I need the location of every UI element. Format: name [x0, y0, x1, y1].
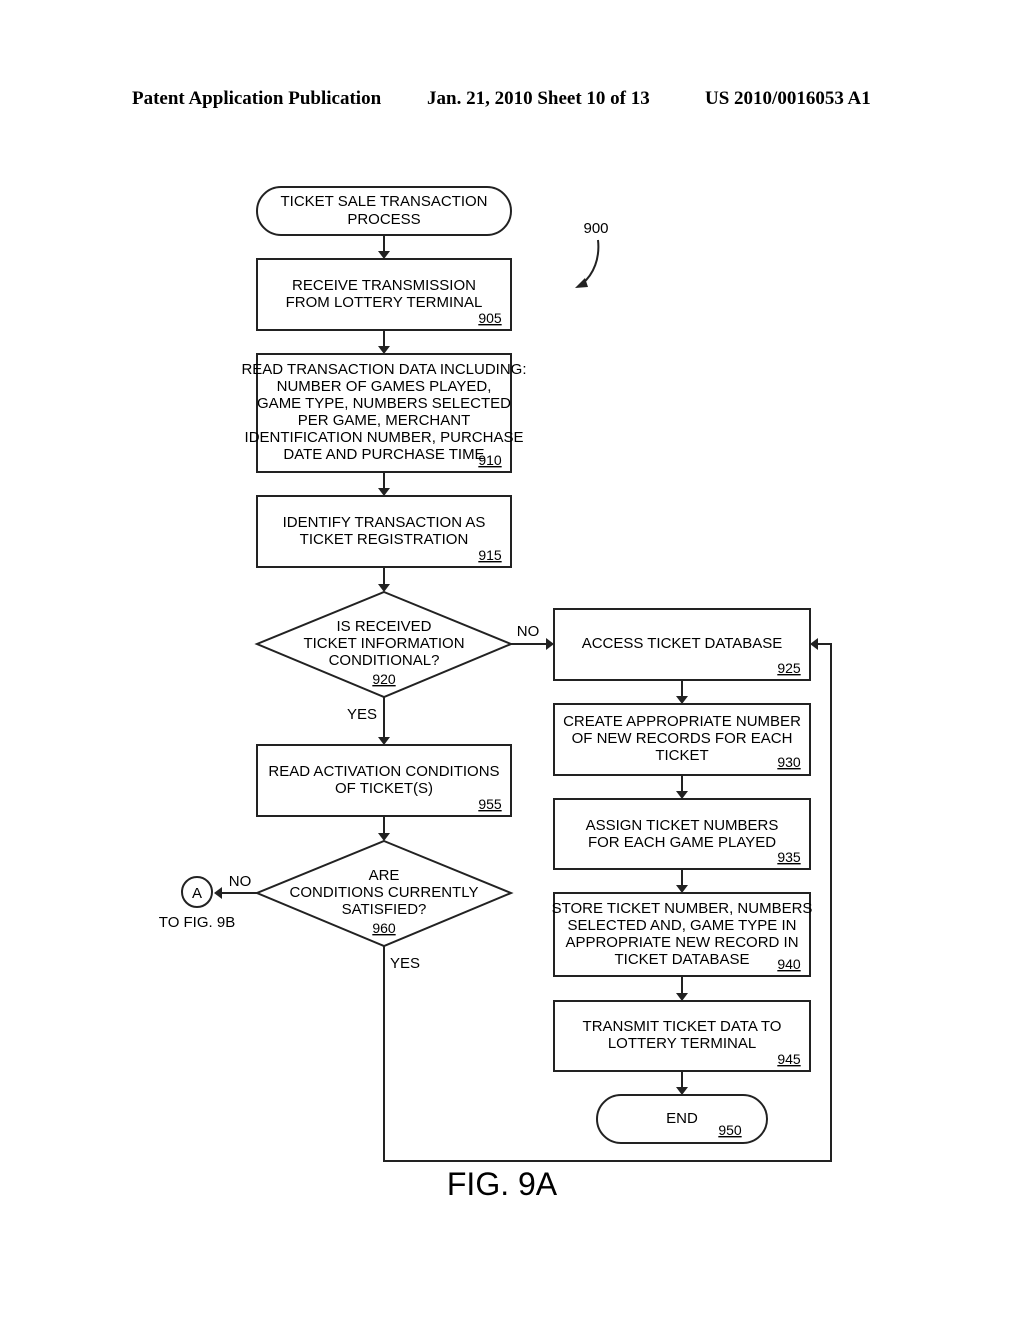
arrowhead [676, 696, 688, 704]
node-935: ASSIGN TICKET NUMBERS FOR EACH GAME PLAY… [553, 798, 811, 870]
node-930-line: CREATE APPROPRIATE NUMBER [563, 713, 801, 730]
node-905-ref: 905 [478, 310, 502, 326]
node-start: TICKET SALE TRANSACTION PROCESS [256, 186, 512, 236]
node-960-ref: 960 [372, 920, 396, 936]
arrowhead [214, 887, 222, 899]
arrowhead [676, 885, 688, 893]
node-920-line: CONDITIONAL? [329, 652, 440, 669]
node-start-line: TICKET SALE TRANSACTION [281, 193, 488, 210]
arrowhead [810, 638, 818, 650]
connector-a: A TO FIG. 9B [159, 876, 235, 931]
node-935-line: FOR EACH GAME PLAYED [588, 834, 776, 851]
node-905-line: FROM LOTTERY TERMINAL [286, 294, 483, 311]
arrowhead [546, 638, 554, 650]
node-920-ref: 920 [372, 671, 396, 687]
node-925: ACCESS TICKET DATABASE 925 [553, 608, 811, 681]
node-920-line: TICKET INFORMATION [303, 635, 464, 652]
node-935-line: ASSIGN TICKET NUMBERS [586, 817, 779, 834]
node-960: ARE CONDITIONS CURRENTLY SATISFIED? 960 [254, 839, 514, 948]
arrowhead [378, 833, 390, 841]
node-915-line: IDENTIFY TRANSACTION AS [283, 514, 486, 531]
node-910: READ TRANSACTION DATA INCLUDING: NUMBER … [241, 353, 527, 473]
node-960-line: CONDITIONS CURRENTLY [290, 884, 479, 901]
flowchart: TICKET SALE TRANSACTION PROCESS RECEIVE … [159, 186, 832, 1202]
node-910-line: DATE AND PURCHASE TIME [283, 446, 484, 463]
node-910-line: NUMBER OF GAMES PLAYED, [277, 378, 492, 395]
node-920: IS RECEIVED TICKET INFORMATION CONDITION… [254, 590, 514, 699]
node-940: STORE TICKET NUMBER, NUMBERS SELECTED AN… [552, 892, 813, 977]
node-915: IDENTIFY TRANSACTION AS TICKET REGISTRAT… [256, 495, 512, 568]
connector-a-label: A [192, 885, 202, 902]
node-935-ref: 935 [777, 849, 801, 865]
arrowhead [676, 1087, 688, 1095]
node-955: READ ACTIVATION CONDITIONS OF TICKET(S) … [256, 744, 512, 817]
node-940-ref: 940 [777, 956, 801, 972]
node-945-ref: 945 [777, 1051, 801, 1067]
arrowhead [378, 488, 390, 496]
node-start-line: PROCESS [347, 211, 420, 228]
node-end-line: END [666, 1110, 698, 1127]
arrowhead [378, 737, 390, 745]
arrowhead [378, 251, 390, 259]
node-910-line: READ TRANSACTION DATA INCLUDING: [241, 361, 526, 378]
node-910-line: PER GAME, MERCHANT [298, 412, 471, 429]
node-930-ref: 930 [777, 754, 801, 770]
node-905: RECEIVE TRANSMISSION FROM LOTTERY TERMIN… [256, 258, 512, 331]
node-910-line: IDENTIFICATION NUMBER, PURCHASE [245, 429, 524, 446]
node-955-line: READ ACTIVATION CONDITIONS [268, 763, 499, 780]
arrowhead [676, 993, 688, 1001]
figure-reference-900: 900 [575, 220, 609, 288]
edge-label-no: NO [229, 873, 252, 890]
node-955-line: OF TICKET(S) [335, 780, 433, 797]
node-910-line: GAME TYPE, NUMBERS SELECTED [257, 395, 511, 412]
node-945: TRANSMIT TICKET DATA TO LOTTERY TERMINAL… [553, 1000, 811, 1072]
node-955-ref: 955 [478, 796, 502, 812]
node-960-line: SATISFIED? [342, 901, 427, 918]
node-945-line: TRANSMIT TICKET DATA TO [583, 1018, 782, 1035]
node-end-ref: 950 [718, 1122, 742, 1138]
connector-a-caption: TO FIG. 9B [159, 914, 235, 931]
edge-label-yes: YES [390, 955, 420, 972]
edge-label-yes: YES [347, 706, 377, 723]
node-925-ref: 925 [777, 660, 801, 676]
node-915-line: TICKET REGISTRATION [300, 531, 469, 548]
node-920-line: IS RECEIVED [336, 618, 431, 635]
node-915-ref: 915 [478, 547, 502, 563]
arrowhead [378, 584, 390, 592]
node-940-line: APPROPRIATE NEW RECORD IN [565, 934, 798, 951]
node-930: CREATE APPROPRIATE NUMBER OF NEW RECORDS… [553, 703, 811, 776]
arrowhead [676, 791, 688, 799]
node-940-line: STORE TICKET NUMBER, NUMBERS [552, 900, 813, 917]
figure-label: FIG. 9A [447, 1166, 558, 1202]
node-940-line: TICKET DATABASE [614, 951, 749, 968]
figure-ref-arrow [581, 239, 600, 285]
node-945-line: LOTTERY TERMINAL [608, 1035, 756, 1052]
node-910-ref: 910 [478, 452, 502, 468]
node-930-line: OF NEW RECORDS FOR EACH [572, 730, 793, 747]
node-end: END 950 [596, 1094, 768, 1144]
node-925-line: ACCESS TICKET DATABASE [582, 635, 783, 652]
node-905-line: RECEIVE TRANSMISSION [292, 277, 476, 294]
figure-ref-number: 900 [583, 220, 608, 237]
node-940-line: SELECTED AND, GAME TYPE IN [568, 917, 797, 934]
arrowhead [378, 346, 390, 354]
edge-label-no: NO [517, 623, 540, 640]
node-930-line: TICKET [655, 747, 708, 764]
node-960-line: ARE [369, 867, 400, 884]
